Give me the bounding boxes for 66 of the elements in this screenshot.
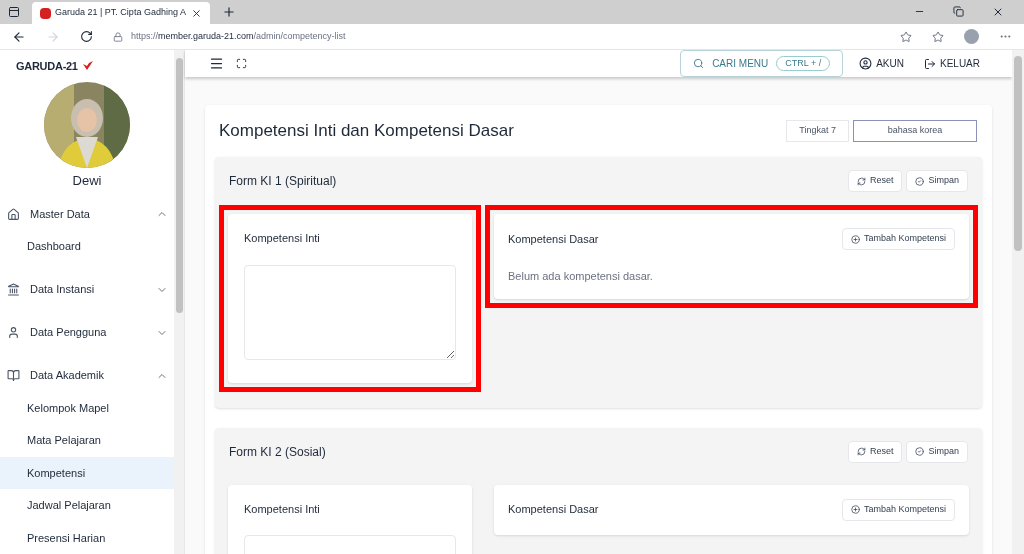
refresh-icon: [856, 447, 866, 456]
menu-group[interactable]: Data Instansi: [0, 273, 174, 306]
add-competency-button[interactable]: Tambah Kompetensi: [841, 498, 955, 521]
favorites-icon[interactable]: [932, 30, 944, 43]
search-menu-button[interactable]: CARI MENU CTRL + /: [680, 50, 844, 77]
menu-item[interactable]: Kelompok Mapel: [0, 391, 174, 424]
page-title: Kompetensi Inti dan Kompetensi Dasar: [219, 120, 515, 143]
tab-actions-icon[interactable]: [8, 6, 20, 18]
reload-icon[interactable]: [80, 30, 93, 43]
reset-button[interactable]: Reset: [847, 440, 903, 463]
menu-group[interactable]: Data Pengguna: [0, 316, 174, 349]
refresh-icon: [856, 176, 866, 186]
close-window-icon[interactable]: [992, 6, 1004, 18]
browser-tab[interactable]: Garuda 21 | PT. Cipta Gadhing A: [32, 2, 210, 24]
kd-title: Kompetensi Dasar: [508, 502, 600, 518]
address-bar[interactable]: https://member.garuda-21.com/admin/competency-list: [113, 25, 880, 48]
plus-icon: [850, 505, 860, 514]
scrollbar[interactable]: [174, 50, 184, 554]
profile-icon[interactable]: [964, 29, 979, 44]
form-title: Form KI 1 (Spiritual): [229, 173, 338, 190]
favorite-icon[interactable]: [900, 30, 912, 43]
favicon-icon: [40, 7, 51, 19]
kd-title: Kompetensi Dasar: [508, 231, 600, 247]
menu-group[interactable]: Master Data: [0, 198, 174, 230]
plus-icon: [850, 234, 860, 244]
menu-item[interactable]: Mata Pelajaran: [0, 424, 174, 457]
scrollbar[interactable]: [1012, 50, 1024, 554]
check-icon: [915, 176, 925, 186]
reset-button[interactable]: Reset: [847, 170, 903, 192]
logout-icon: [924, 57, 936, 70]
search-label: CARI MENU: [712, 57, 769, 71]
fullscreen-icon[interactable]: [236, 58, 247, 69]
restore-icon[interactable]: [953, 6, 964, 17]
grade-label: Tingkat 7: [786, 120, 849, 142]
user-icon: [859, 57, 873, 70]
home-icon: [6, 207, 20, 221]
url-text: https://member.garuda-21.com/admin/competency-list: [131, 29, 346, 43]
menu-group[interactable]: Data Akademik: [0, 359, 174, 392]
logo-text: GARUDA-21: [16, 58, 78, 74]
save-button[interactable]: Simpan: [906, 440, 968, 463]
user-icon: [6, 326, 20, 339]
subject-field: bahasa korea: [853, 120, 977, 142]
close-icon[interactable]: [191, 7, 202, 19]
logout-button[interactable]: KELUAR: [924, 56, 980, 71]
menu-item[interactable]: Presensi Harian: [0, 521, 174, 554]
user-name: Dewi: [71, 171, 103, 190]
add-competency-button[interactable]: Tambah Kompetensi: [841, 228, 955, 250]
check-icon: [915, 447, 925, 456]
menu-item[interactable]: Dashboard: [0, 230, 174, 263]
ki-title: Kompetensi Inti: [244, 501, 321, 517]
menu-icon[interactable]: [209, 56, 224, 71]
save-button[interactable]: Simpan: [906, 170, 968, 192]
account-button[interactable]: AKUN: [859, 56, 904, 71]
new-tab-icon[interactable]: [222, 5, 236, 19]
menu-item[interactable]: Kompetensi: [0, 456, 174, 489]
search-icon: [693, 58, 705, 69]
ki-title: Kompetensi Inti: [244, 231, 321, 246]
back-icon[interactable]: [12, 29, 26, 44]
book-icon: [6, 369, 20, 382]
empty-message: Belum ada kompetensi dasar.: [508, 269, 654, 284]
bird-icon: [81, 60, 94, 72]
lock-icon: [113, 31, 123, 42]
tab-title: Garuda 21 | PT. Cipta Gadhing A: [55, 6, 187, 20]
building-icon: [6, 283, 20, 296]
menu-item[interactable]: Jadwal Pelajaran: [0, 489, 174, 522]
form-title: Form KI 2 (Sosial): [229, 443, 327, 461]
